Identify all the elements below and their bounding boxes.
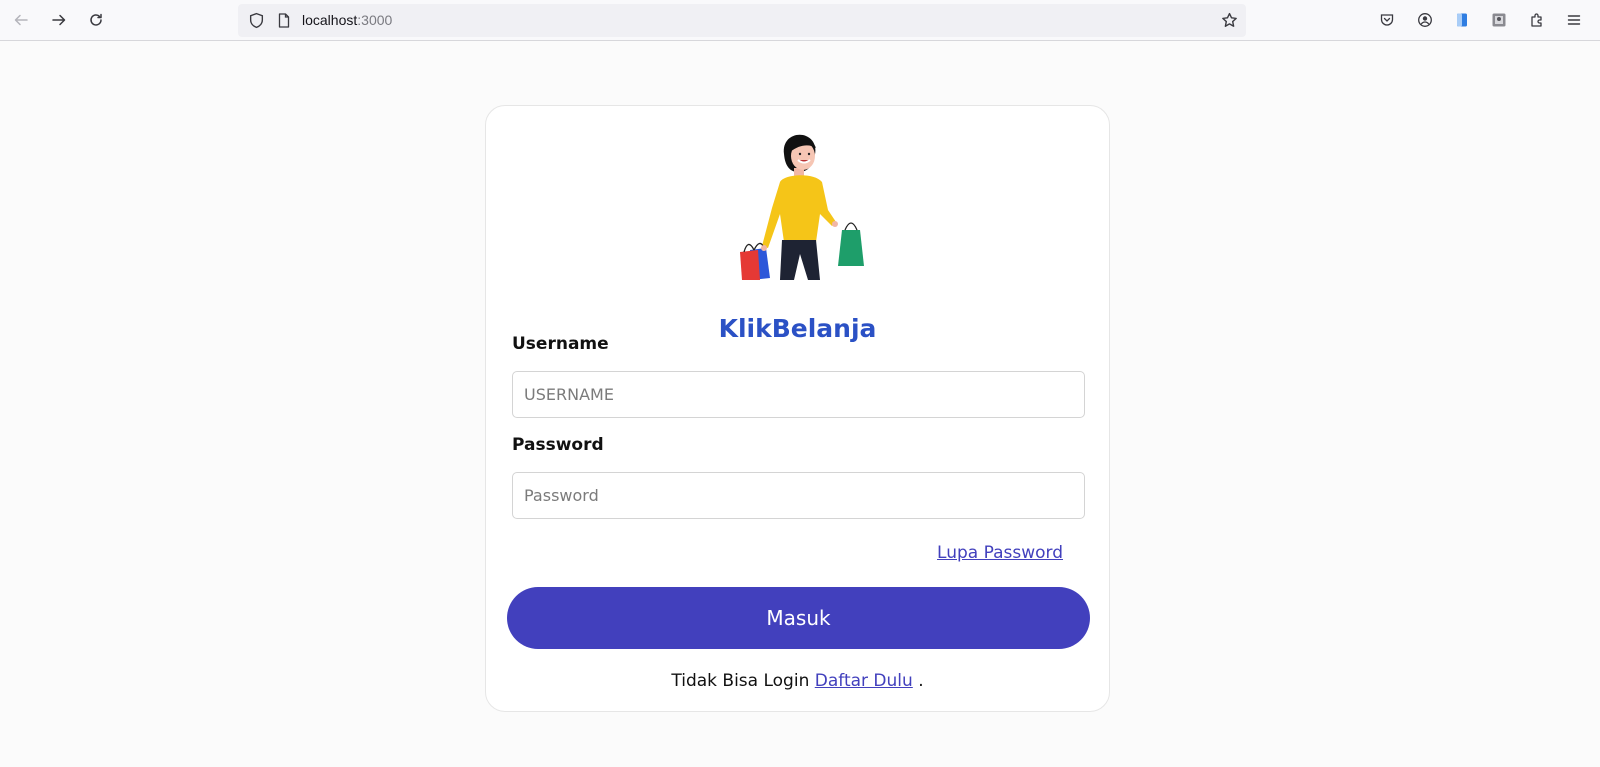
menu-button[interactable] — [1560, 6, 1588, 34]
forward-button[interactable] — [45, 6, 73, 34]
extensions-puzzle-icon — [1531, 13, 1542, 27]
shopping-woman-illustration — [740, 134, 864, 280]
login-submit-button[interactable]: Masuk — [507, 587, 1090, 649]
shield-icon[interactable] — [248, 12, 265, 29]
url-host: localhost — [302, 12, 358, 28]
reload-icon — [90, 13, 102, 26]
username-input[interactable] — [512, 371, 1085, 418]
extensions-button[interactable] — [1523, 6, 1551, 34]
pocket-button[interactable] — [1373, 6, 1401, 34]
bookmark-star-icon[interactable] — [1221, 12, 1238, 29]
password-label: Password — [512, 435, 604, 455]
login-card: KlikBelanja Username Password Lupa Passw… — [485, 105, 1110, 712]
page-icon — [278, 13, 290, 28]
forgot-password-link[interactable]: Lupa Password — [937, 543, 1063, 563]
extension-image-button[interactable] — [1485, 6, 1513, 34]
url-text: localhost:3000 — [302, 12, 392, 29]
extension-blue-icon — [1457, 13, 1467, 27]
url-bar[interactable]: localhost:3000 — [238, 4, 1246, 37]
extension-blue-button[interactable] — [1448, 6, 1476, 34]
pocket-icon — [1380, 14, 1394, 26]
url-port: :3000 — [357, 12, 393, 28]
register-suffix: . — [912, 671, 924, 691]
register-prefix: Tidak Bisa Login — [671, 671, 815, 691]
extension-image-icon — [1492, 13, 1506, 27]
account-button[interactable] — [1411, 6, 1439, 34]
back-icon — [14, 14, 28, 26]
password-input[interactable] — [512, 472, 1085, 519]
reload-button[interactable] — [82, 6, 110, 34]
menu-icon — [1567, 15, 1581, 25]
register-link[interactable]: Daftar Dulu — [815, 671, 913, 691]
forward-icon — [52, 14, 66, 26]
register-prompt: Tidak Bisa Login Daftar Dulu . — [486, 671, 1109, 691]
back-button[interactable] — [7, 6, 35, 34]
browser-toolbar: localhost:3000 — [0, 0, 1600, 41]
account-icon — [1418, 13, 1432, 27]
username-label: Username — [512, 334, 609, 354]
